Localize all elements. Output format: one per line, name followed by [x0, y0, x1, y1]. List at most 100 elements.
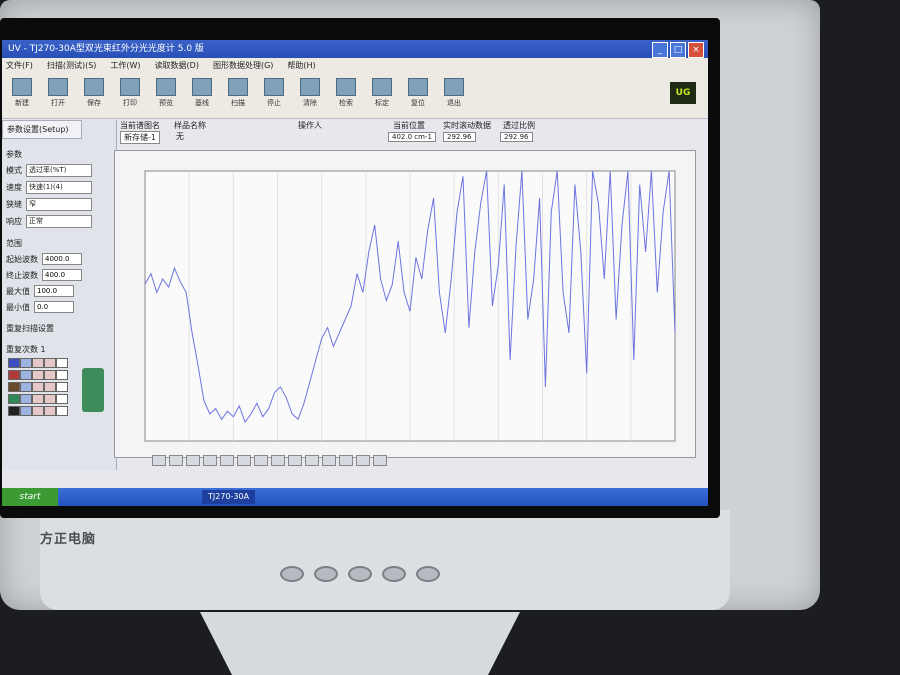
color-swatch[interactable]: [44, 394, 56, 404]
monitor-stand: [200, 612, 520, 675]
toolbar-scan-button[interactable]: 扫描: [224, 74, 252, 118]
max-value-input[interactable]: 100.0: [34, 285, 74, 297]
realtime-value: 292.96: [443, 132, 476, 142]
sample-name-label: 样品名称: [174, 121, 206, 130]
toolbar-calibrate-button[interactable]: 标定: [368, 74, 396, 118]
taskbar-item-app[interactable]: TJ270-30A: [202, 490, 256, 504]
nav-button[interactable]: [152, 455, 166, 466]
toolbar-new-button[interactable]: 新建: [8, 74, 36, 118]
toolbar-stop-button[interactable]: 停止: [260, 74, 288, 118]
app-window: UV - TJ270-30A型双光束红外分光光度计 5.0 版 _ □ × 文件…: [2, 40, 708, 490]
settings-panel: 参数设置(Setup) 参数 模式 透过率(%T) 速度 快速(1)(4) 狭缝窄 …: [2, 120, 117, 470]
nav-button[interactable]: [254, 455, 268, 466]
toolbar-open-button[interactable]: 打开: [44, 74, 72, 118]
color-swatch[interactable]: [20, 382, 32, 392]
operator-label: 操作人: [298, 121, 322, 130]
nav-button[interactable]: [288, 455, 302, 466]
color-swatch[interactable]: [8, 358, 20, 368]
direction-pad[interactable]: [82, 368, 104, 412]
menu-help[interactable]: 帮助(H): [287, 58, 315, 74]
color-swatch[interactable]: [32, 382, 44, 392]
toolbar-exit-button[interactable]: 退出: [440, 74, 468, 118]
color-swatch[interactable]: [20, 358, 32, 368]
scan-icon: [228, 78, 248, 96]
toolbar-reset-button[interactable]: 复位: [404, 74, 432, 118]
toolbar-baseline-button[interactable]: 基线: [188, 74, 216, 118]
color-swatch[interactable]: [32, 406, 44, 416]
nav-button[interactable]: [305, 455, 319, 466]
toolbar-preview-button[interactable]: 预览: [152, 74, 180, 118]
taskbar: start TJ270-30A: [2, 488, 708, 506]
toolbar-clear-button[interactable]: 清除: [296, 74, 324, 118]
minimize-button[interactable]: _: [652, 42, 668, 58]
menu-file[interactable]: 文件(F): [6, 58, 33, 74]
menu-bar: 文件(F) 扫描(测试)(S) 工作(W) 读取数据(D) 图形数据处理(G) …: [2, 58, 708, 74]
end-wavenumber-input[interactable]: 400.0: [42, 269, 82, 281]
color-swatch[interactable]: [20, 394, 32, 404]
min-value-input[interactable]: 0.0: [34, 301, 74, 313]
speed-select[interactable]: 快速(1)(4): [26, 181, 92, 194]
monitor-button[interactable]: [382, 566, 406, 582]
toolbar-print-button[interactable]: 打印: [116, 74, 144, 118]
mode-select[interactable]: 透过率(%T): [26, 164, 92, 177]
color-swatch[interactable]: [44, 406, 56, 416]
maximize-button[interactable]: □: [670, 42, 686, 58]
nav-button[interactable]: [220, 455, 234, 466]
color-palette: [8, 358, 68, 416]
monitor-button[interactable]: [314, 566, 338, 582]
color-swatch[interactable]: [56, 370, 68, 380]
color-swatch[interactable]: [8, 382, 20, 392]
print-icon: [120, 78, 140, 96]
spectrum-name-field[interactable]: 新存储-1: [120, 131, 160, 144]
color-swatch[interactable]: [8, 370, 20, 380]
slit-select[interactable]: 窄: [26, 198, 92, 211]
color-swatch[interactable]: [20, 370, 32, 380]
monitor-button[interactable]: [416, 566, 440, 582]
nav-button[interactable]: [169, 455, 183, 466]
menu-read[interactable]: 读取数据(D): [155, 58, 199, 74]
color-swatch[interactable]: [20, 406, 32, 416]
start-wavenumber-input[interactable]: 4000.0: [42, 253, 82, 265]
nav-button[interactable]: [373, 455, 387, 466]
color-swatch[interactable]: [32, 370, 44, 380]
start-button[interactable]: start: [2, 488, 58, 506]
monitor-button[interactable]: [348, 566, 372, 582]
color-swatch[interactable]: [56, 406, 68, 416]
menu-scan[interactable]: 扫描(测试)(S): [47, 58, 97, 74]
window-title: UV - TJ270-30A型双光束红外分光光度计 5.0 版: [8, 44, 204, 54]
nav-button[interactable]: [356, 455, 370, 466]
close-button[interactable]: ×: [688, 42, 704, 58]
sample-name-field[interactable]: 无: [176, 131, 184, 142]
color-swatch[interactable]: [56, 382, 68, 392]
color-swatch[interactable]: [8, 394, 20, 404]
response-select[interactable]: 正常: [26, 215, 92, 228]
search-icon: [336, 78, 356, 96]
nav-button[interactable]: [186, 455, 200, 466]
color-swatch[interactable]: [44, 382, 56, 392]
color-swatch[interactable]: [8, 406, 20, 416]
baseline-icon: [192, 78, 212, 96]
title-bar: UV - TJ270-30A型双光束红外分光光度计 5.0 版 _ □ ×: [2, 40, 708, 58]
menu-graph[interactable]: 图形数据处理(G): [213, 58, 273, 74]
nav-button[interactable]: [322, 455, 336, 466]
open-icon: [48, 78, 68, 96]
tab-setup[interactable]: 参数设置(Setup): [2, 120, 82, 139]
toolbar-search-button[interactable]: 检索: [332, 74, 360, 118]
nav-button[interactable]: [237, 455, 251, 466]
nav-button[interactable]: [203, 455, 217, 466]
monitor-button[interactable]: [280, 566, 304, 582]
window-controls: _ □ ×: [652, 42, 704, 58]
position-label: 当前位置: [393, 121, 425, 130]
spectrum-chart: [144, 170, 676, 442]
color-swatch[interactable]: [56, 394, 68, 404]
color-swatch[interactable]: [32, 394, 44, 404]
color-swatch[interactable]: [44, 370, 56, 380]
nav-button[interactable]: [271, 455, 285, 466]
color-swatch[interactable]: [44, 358, 56, 368]
monitor-brand: 方正电脑: [40, 532, 97, 547]
toolbar-save-button[interactable]: 保存: [80, 74, 108, 118]
color-swatch[interactable]: [56, 358, 68, 368]
color-swatch[interactable]: [32, 358, 44, 368]
menu-work[interactable]: 工作(W): [110, 58, 140, 74]
nav-button[interactable]: [339, 455, 353, 466]
